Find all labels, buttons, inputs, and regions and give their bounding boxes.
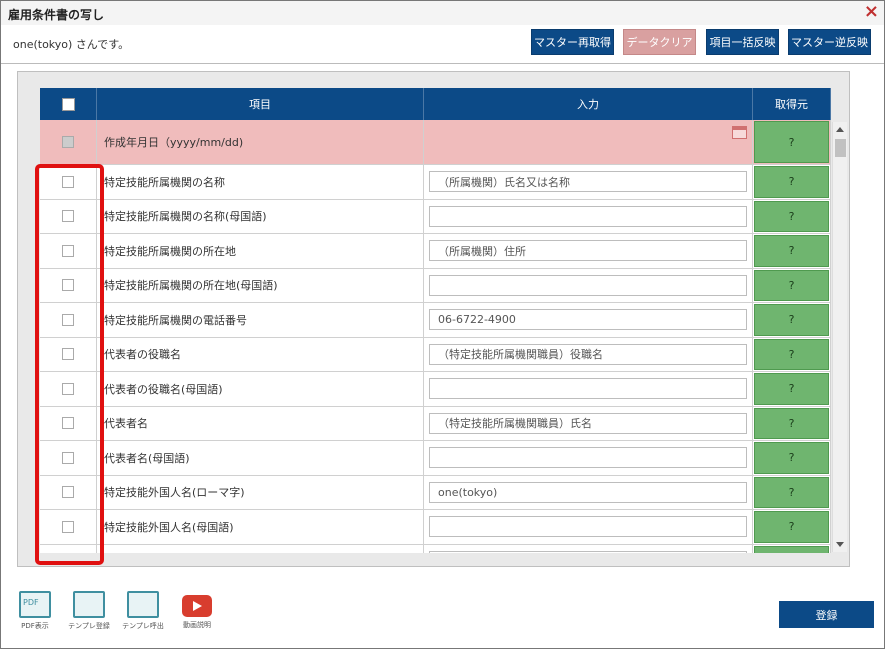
divider xyxy=(1,63,884,64)
row-label xyxy=(97,544,424,553)
row-input[interactable] xyxy=(429,550,747,553)
table-row: 代表者名 （特定技能所属機関職員）氏名 ? xyxy=(40,406,831,441)
titlebar: 雇用条件書の写し × xyxy=(1,1,884,25)
table-row: 特定技能所属機関の所在地(母国語) ? xyxy=(40,268,831,303)
user-greeting: one(tokyo) さんです。 xyxy=(13,38,130,51)
pdf-view-label: PDF表示 xyxy=(21,622,49,630)
data-clear-button[interactable]: データクリア xyxy=(623,29,696,55)
table-row: 特定技能所属機関の名称(母国語) ? xyxy=(40,199,831,234)
register-button[interactable]: 登録 xyxy=(779,601,874,628)
table-row: 特定技能所属機関の所在地 （所属機関）住所 ? xyxy=(40,234,831,269)
pdf-icon: PDF xyxy=(19,591,51,618)
bottom-toolbar: PDF PDF表示 テンプレ登録 テンプレ呼出 動画説明 xyxy=(13,591,219,631)
row-checkbox[interactable] xyxy=(62,136,74,148)
table-row: 作成年月日（yyyy/mm/dd) ? xyxy=(40,120,831,165)
scroll-down-arrow-icon[interactable] xyxy=(836,542,844,547)
row-label: 作成年月日（yyyy/mm/dd) xyxy=(97,120,424,164)
row-label: 特定技能所属機関の名称 xyxy=(97,165,424,199)
master-reverse-button[interactable]: マスター逆反映 xyxy=(788,29,871,55)
master-refetch-button[interactable]: マスター再取得 xyxy=(531,29,614,55)
header-input: 入力 xyxy=(424,88,753,120)
template-load-icon xyxy=(127,591,159,618)
source-button[interactable]: ? xyxy=(754,166,829,198)
table-row: 代表者の役職名 （特定技能所属機関職員）役職名 ? xyxy=(40,337,831,372)
select-all-checkbox[interactable] xyxy=(61,97,75,111)
source-button[interactable]: ? xyxy=(754,235,829,267)
row-label: 代表者の役職名 xyxy=(97,337,424,371)
row-input[interactable]: （特定技能所属機関職員）役職名 xyxy=(429,343,747,365)
template-save-label: テンプレ登録 xyxy=(68,622,110,630)
video-guide-button[interactable]: 動画説明 xyxy=(175,591,219,631)
row-input[interactable]: （所属機関）氏名又は名称 xyxy=(429,171,747,193)
vertical-scrollbar[interactable] xyxy=(832,122,847,552)
video-guide-label: 動画説明 xyxy=(183,621,211,629)
row-input[interactable]: （特定技能所属機関職員）氏名 xyxy=(429,412,747,434)
dialog-window: 雇用条件書の写し × one(tokyo) さんです。 マスター再取得 データク… xyxy=(0,0,885,649)
source-button[interactable]: ? xyxy=(754,442,829,474)
header-item: 項目 xyxy=(97,88,424,120)
table-body: 作成年月日（yyyy/mm/dd) ? 特定技能所属機関の名称 （所属機関）氏名… xyxy=(40,120,831,553)
row-label: 代表者の役職名(母国語) xyxy=(97,372,424,406)
table-row: 特定技能所属機関の名称 （所属機関）氏名又は名称 ? xyxy=(40,165,831,200)
table-row: 特定技能外国人名(母国語) ? xyxy=(40,510,831,545)
source-button[interactable]: ? xyxy=(754,121,829,163)
row-label: 特定技能所属機関の名称(母国語) xyxy=(97,199,424,233)
header-select-all-cell xyxy=(40,88,97,120)
table-row: 特定技能所属機関の電話番号 06-6722-4900 ? xyxy=(40,303,831,338)
data-table: 項目 入力 取得元 作成年月日（yyyy/mm/dd) ? 特定技能所属機関の名… xyxy=(40,88,831,553)
source-button[interactable]: ? xyxy=(754,545,829,553)
annotation-highlight-box xyxy=(35,164,104,565)
table-header: 項目 入力 取得元 xyxy=(40,88,831,120)
row-label: 特定技能所属機関の所在地 xyxy=(97,234,424,268)
source-button[interactable]: ? xyxy=(754,407,829,439)
row-label: 特定技能外国人名(ローマ字) xyxy=(97,475,424,509)
template-save-icon xyxy=(73,591,105,618)
calendar-icon[interactable] xyxy=(732,126,747,139)
row-input[interactable] xyxy=(429,516,747,538)
row-label: 特定技能外国人名(母国語) xyxy=(97,510,424,544)
row-label: 代表者名 xyxy=(97,406,424,440)
pdf-view-button[interactable]: PDF PDF表示 xyxy=(13,591,57,631)
row-input[interactable] xyxy=(429,447,747,469)
template-load-label: テンプレ呼出 xyxy=(122,622,164,630)
table-row: ? xyxy=(40,544,831,553)
template-load-button[interactable]: テンプレ呼出 xyxy=(121,591,165,631)
source-button[interactable]: ? xyxy=(754,304,829,336)
dialog-title: 雇用条件書の写し xyxy=(8,8,105,22)
row-input[interactable]: （所属機関）住所 xyxy=(429,240,747,262)
row-input[interactable]: 06-6722-4900 xyxy=(429,309,747,331)
source-button[interactable]: ? xyxy=(754,373,829,405)
source-button[interactable]: ? xyxy=(754,338,829,370)
row-label: 代表者名(母国語) xyxy=(97,441,424,475)
row-input[interactable] xyxy=(429,274,747,296)
row-label: 特定技能所属機関の電話番号 xyxy=(97,303,424,337)
row-label: 特定技能所属機関の所在地(母国語) xyxy=(97,268,424,302)
play-video-icon xyxy=(182,595,212,617)
source-button[interactable]: ? xyxy=(754,269,829,301)
header-source: 取得元 xyxy=(753,88,831,120)
table-row: 代表者の役職名(母国語) ? xyxy=(40,372,831,407)
close-icon[interactable]: × xyxy=(864,2,879,22)
table-row: 代表者名(母国語) ? xyxy=(40,441,831,476)
table-row: 特定技能外国人名(ローマ字) one(tokyo) ? xyxy=(40,475,831,510)
source-button[interactable]: ? xyxy=(754,476,829,508)
row-input[interactable]: one(tokyo) xyxy=(429,481,747,503)
scroll-up-arrow-icon[interactable] xyxy=(836,127,844,132)
scroll-thumb[interactable] xyxy=(835,139,846,157)
source-button[interactable]: ? xyxy=(754,511,829,543)
row-input[interactable] xyxy=(429,378,747,400)
batch-apply-button[interactable]: 項目一括反映 xyxy=(706,29,779,55)
row-input[interactable] xyxy=(429,205,747,227)
source-button[interactable]: ? xyxy=(754,200,829,232)
template-save-button[interactable]: テンプレ登録 xyxy=(67,591,111,631)
